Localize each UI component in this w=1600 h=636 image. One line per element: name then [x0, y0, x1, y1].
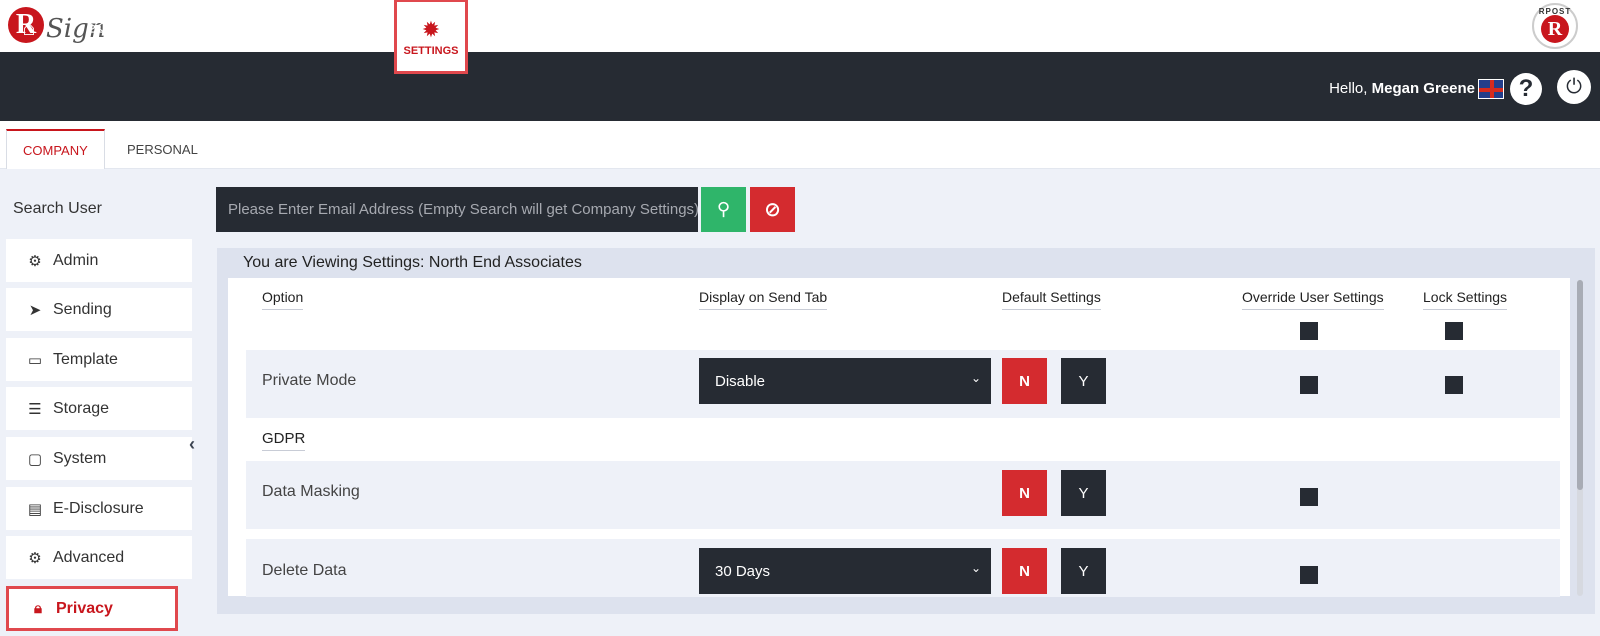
sidebar-item-label: Storage [53, 399, 110, 417]
sidebar-item-label: Sending [53, 300, 112, 318]
home-icon: ⌂ [22, 14, 36, 40]
tab-personal[interactable]: PERSONAL [111, 129, 214, 169]
nav-envelopes[interactable]: ▭ ENVELOPES [129, 0, 197, 69]
nav-send-label: SEND [80, 42, 112, 55]
sidebar-item-template[interactable]: ▭ Template [6, 338, 192, 381]
cogs-icon: ⚙ [28, 549, 42, 567]
user-name[interactable]: Megan Greene [1372, 80, 1475, 97]
power-icon[interactable]: ⏻ [1557, 70, 1591, 104]
collapse-sidebar-icon[interactable]: ‹ [189, 434, 195, 455]
rpost-logo[interactable]: RPOST R [1532, 3, 1578, 49]
sidebar-item-advanced[interactable]: ⚙ Advanced [6, 536, 192, 579]
row-label: Private Mode [262, 372, 357, 389]
header-lock-settings: Lock Settings [1423, 289, 1508, 310]
document-icon: ▤ [219, 14, 241, 40]
nav-stats-label: STATS [279, 42, 315, 55]
clear-search-button[interactable]: ⊘ [750, 187, 795, 232]
private-mode-select[interactable]: Disable ⌄ [699, 358, 991, 404]
data-masking-override-checkbox[interactable] [1300, 488, 1318, 506]
row-label: Data Masking [262, 483, 360, 500]
storage-icon: ☰ [28, 400, 42, 418]
lock-all-checkbox[interactable] [1445, 322, 1463, 340]
header-override-user-settings: Override User Settings [1242, 289, 1384, 310]
gear-icon: ✹ [421, 16, 441, 42]
sidebar-item-admin[interactable]: ⚙ Admin [6, 239, 192, 282]
rpost-letter: R [1541, 15, 1569, 43]
nav-settings-label: SETTINGS [403, 44, 459, 57]
nav-stats[interactable]: ▣ STATS [278, 0, 316, 69]
delete-data-yes-button[interactable]: Y [1061, 548, 1106, 594]
select-value: Disable [715, 372, 766, 390]
override-all-checkbox[interactable] [1300, 322, 1318, 340]
window-icon: ▭ [27, 351, 43, 369]
table-row [246, 461, 1560, 529]
sidebar-item-label: E-Disclosure [53, 499, 144, 517]
search-user-label: Search User [13, 200, 102, 217]
nav-account[interactable]: ❐ ACCOUNT [336, 0, 392, 69]
sidebar-item-sending[interactable]: ➤ Sending [6, 288, 192, 331]
lock-icon: 🔒︎ [34, 600, 42, 617]
briefcase-icon: ▣ [286, 14, 308, 40]
header-default-settings: Default Settings [1002, 289, 1101, 310]
greeting: Hello, Megan Greene [1329, 80, 1475, 97]
sidebar-item-label: Advanced [53, 548, 125, 566]
scrollbar-thumb[interactable] [1577, 280, 1583, 490]
sidebar-item-label: Privacy [56, 599, 113, 617]
monitor-icon: ▢ [27, 450, 43, 468]
search-button[interactable]: ⚲ [701, 187, 746, 232]
paper-plane-icon: ➤ [28, 301, 42, 319]
search-icon: ⚲ [716, 199, 731, 219]
greeting-prefix: Hello, [1329, 80, 1368, 97]
table-scrollbar[interactable] [1577, 280, 1583, 596]
sidebar-item-storage[interactable]: ☰ Storage [6, 387, 192, 430]
help-icon[interactable]: ? [1510, 73, 1542, 105]
rpost-text: RPOST [1538, 7, 1572, 16]
email-search-input[interactable] [216, 187, 698, 232]
header-display-on-send-tab: Display on Send Tab [699, 289, 828, 310]
delete-data-no-button[interactable]: N [1002, 548, 1047, 594]
header-option: Option [262, 289, 304, 310]
sidebar-item-label: Template [53, 350, 118, 368]
nav-settings[interactable]: ✹ SETTINGS [394, 0, 468, 74]
delete-data-select[interactable]: 30 Days ⌄ [699, 548, 991, 594]
select-value: 30 Days [715, 562, 771, 580]
admin-icon: ⚙ [28, 252, 42, 270]
delete-data-override-checkbox[interactable] [1300, 566, 1318, 584]
chevron-down-icon: ⌄ [970, 561, 981, 575]
panel-title: You are Viewing Settings: North End Asso… [243, 254, 582, 271]
gdpr-section-label: GDPR [262, 430, 306, 451]
data-masking-no-button[interactable]: N [1002, 470, 1047, 516]
nav-home-label: HOME [12, 42, 46, 55]
copy-icon: ❐ [354, 14, 374, 40]
cancel-icon: ⊘ [764, 199, 781, 221]
private-mode-lock-checkbox[interactable] [1445, 376, 1463, 394]
chevron-down-icon: ⌄ [970, 371, 981, 385]
inbox-icon: ▭ [152, 14, 174, 40]
envelope-icon: ✉ [86, 14, 106, 40]
disclosure-icon: ▤ [27, 500, 43, 518]
sidebar-item-privacy[interactable]: 🔒︎ Privacy [6, 586, 178, 631]
nav-templates[interactable]: ▤ TEMPLATES [197, 0, 263, 69]
private-mode-yes-button[interactable]: Y [1061, 358, 1106, 404]
sidebar-item-system[interactable]: ▢ System [6, 437, 192, 480]
row-label: Delete Data [262, 562, 347, 579]
sidebar-item-label: System [53, 449, 107, 467]
tab-company[interactable]: COMPANY [6, 129, 105, 169]
nav-templates-label: TEMPLATES [197, 42, 263, 55]
uk-flag-icon[interactable] [1478, 79, 1504, 99]
settings-tabs: COMPANY PERSONAL [0, 121, 1600, 169]
nav-home[interactable]: ⌂ HOME [10, 0, 48, 69]
sidebar-item-e-disclosure[interactable]: ▤ E-Disclosure [6, 487, 192, 530]
sidebar-item-label: Admin [53, 251, 99, 269]
nav-envelopes-label: ENVELOPES [129, 42, 197, 55]
nav-account-label: ACCOUNT [336, 42, 392, 55]
data-masking-yes-button[interactable]: Y [1061, 470, 1106, 516]
private-mode-override-checkbox[interactable] [1300, 376, 1318, 394]
nav-send[interactable]: ✉ SEND [78, 0, 114, 69]
private-mode-no-button[interactable]: N [1002, 358, 1047, 404]
